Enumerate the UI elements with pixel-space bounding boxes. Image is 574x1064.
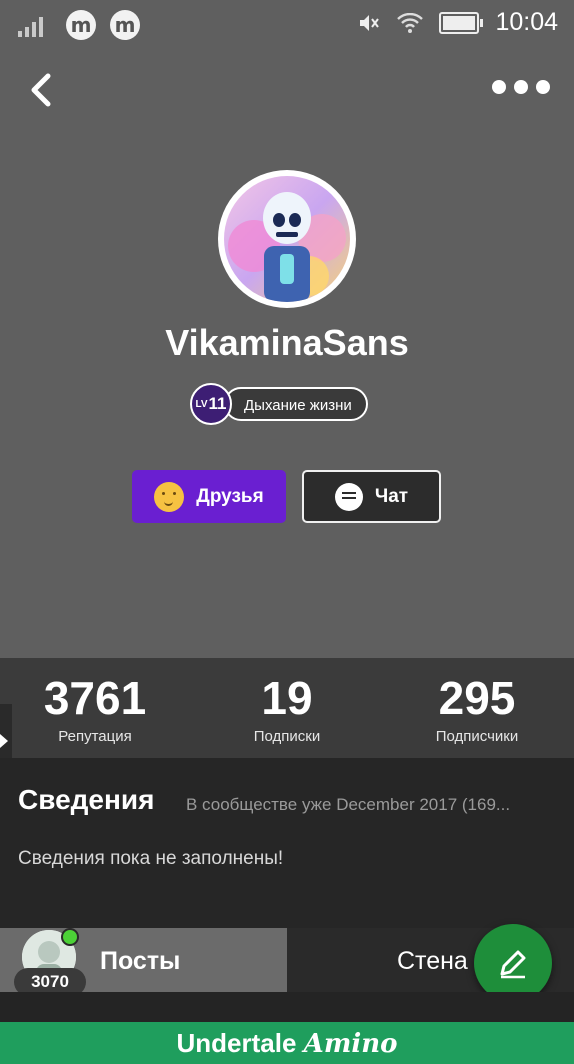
wifi-icon (397, 12, 424, 33)
chat-label: Чат (374, 485, 409, 507)
brand-footer: Undertale Amino (0, 1022, 574, 1064)
content-area (0, 992, 574, 1024)
stat-label: Репутация (58, 728, 132, 745)
level-number: 11 (208, 394, 227, 413)
stat-label: Подписчики (435, 728, 519, 745)
level-badge[interactable]: LV 11 Дыхание жизни (190, 383, 368, 425)
stat-followers[interactable]: 295 Подписчики (382, 672, 572, 745)
stat-following[interactable]: 19 Подписки (192, 672, 382, 745)
smiley-icon (154, 481, 185, 512)
tab-wall[interactable]: Стена (397, 947, 468, 976)
chat-icon (334, 482, 363, 511)
avatar-image (224, 176, 350, 302)
stat-reputation[interactable]: 3761 Репутация (0, 672, 190, 745)
mute-icon (360, 14, 380, 31)
stat-value: 19 (261, 672, 313, 724)
brand-logo: Undertale Amino (176, 1028, 398, 1059)
signal-icon (18, 13, 52, 37)
battery-icon (439, 11, 484, 34)
info-empty-text: Сведения пока не заполнены! (18, 848, 284, 869)
stat-value: 3761 (43, 672, 147, 724)
level-prefix: LV (195, 398, 208, 410)
edit-icon (500, 950, 526, 979)
stat-value: 295 (438, 672, 516, 724)
stat-label: Подписки (253, 728, 321, 745)
member-since: В сообществе уже December 2017 (169... (186, 795, 511, 814)
friends-label: Друзья (196, 485, 264, 507)
back-icon[interactable] (22, 68, 62, 112)
online-indicator (61, 928, 79, 946)
compose-button[interactable] (474, 924, 552, 1002)
level-circle: LV 11 (190, 383, 232, 425)
info-title: Сведения (18, 784, 155, 815)
app-notification-icon-2: m (110, 10, 140, 40)
tab-posts-label[interactable]: Посты (100, 947, 180, 976)
status-bar: m m 10:04 (0, 0, 574, 48)
app-notification-icon: m (66, 10, 96, 40)
chevron-right-icon (0, 734, 8, 748)
avatar[interactable] (218, 170, 356, 308)
status-time: 10:04 (495, 8, 558, 36)
chat-button[interactable]: Чат (302, 470, 441, 523)
username: VikaminaSans (165, 322, 409, 363)
friends-button[interactable]: Друзья (132, 470, 286, 523)
stats-bar: 3761 Репутация 19 Подписки 295 Подписчик… (0, 658, 574, 758)
more-icon[interactable] (492, 80, 550, 94)
level-title: Дыхание жизни (224, 387, 368, 421)
